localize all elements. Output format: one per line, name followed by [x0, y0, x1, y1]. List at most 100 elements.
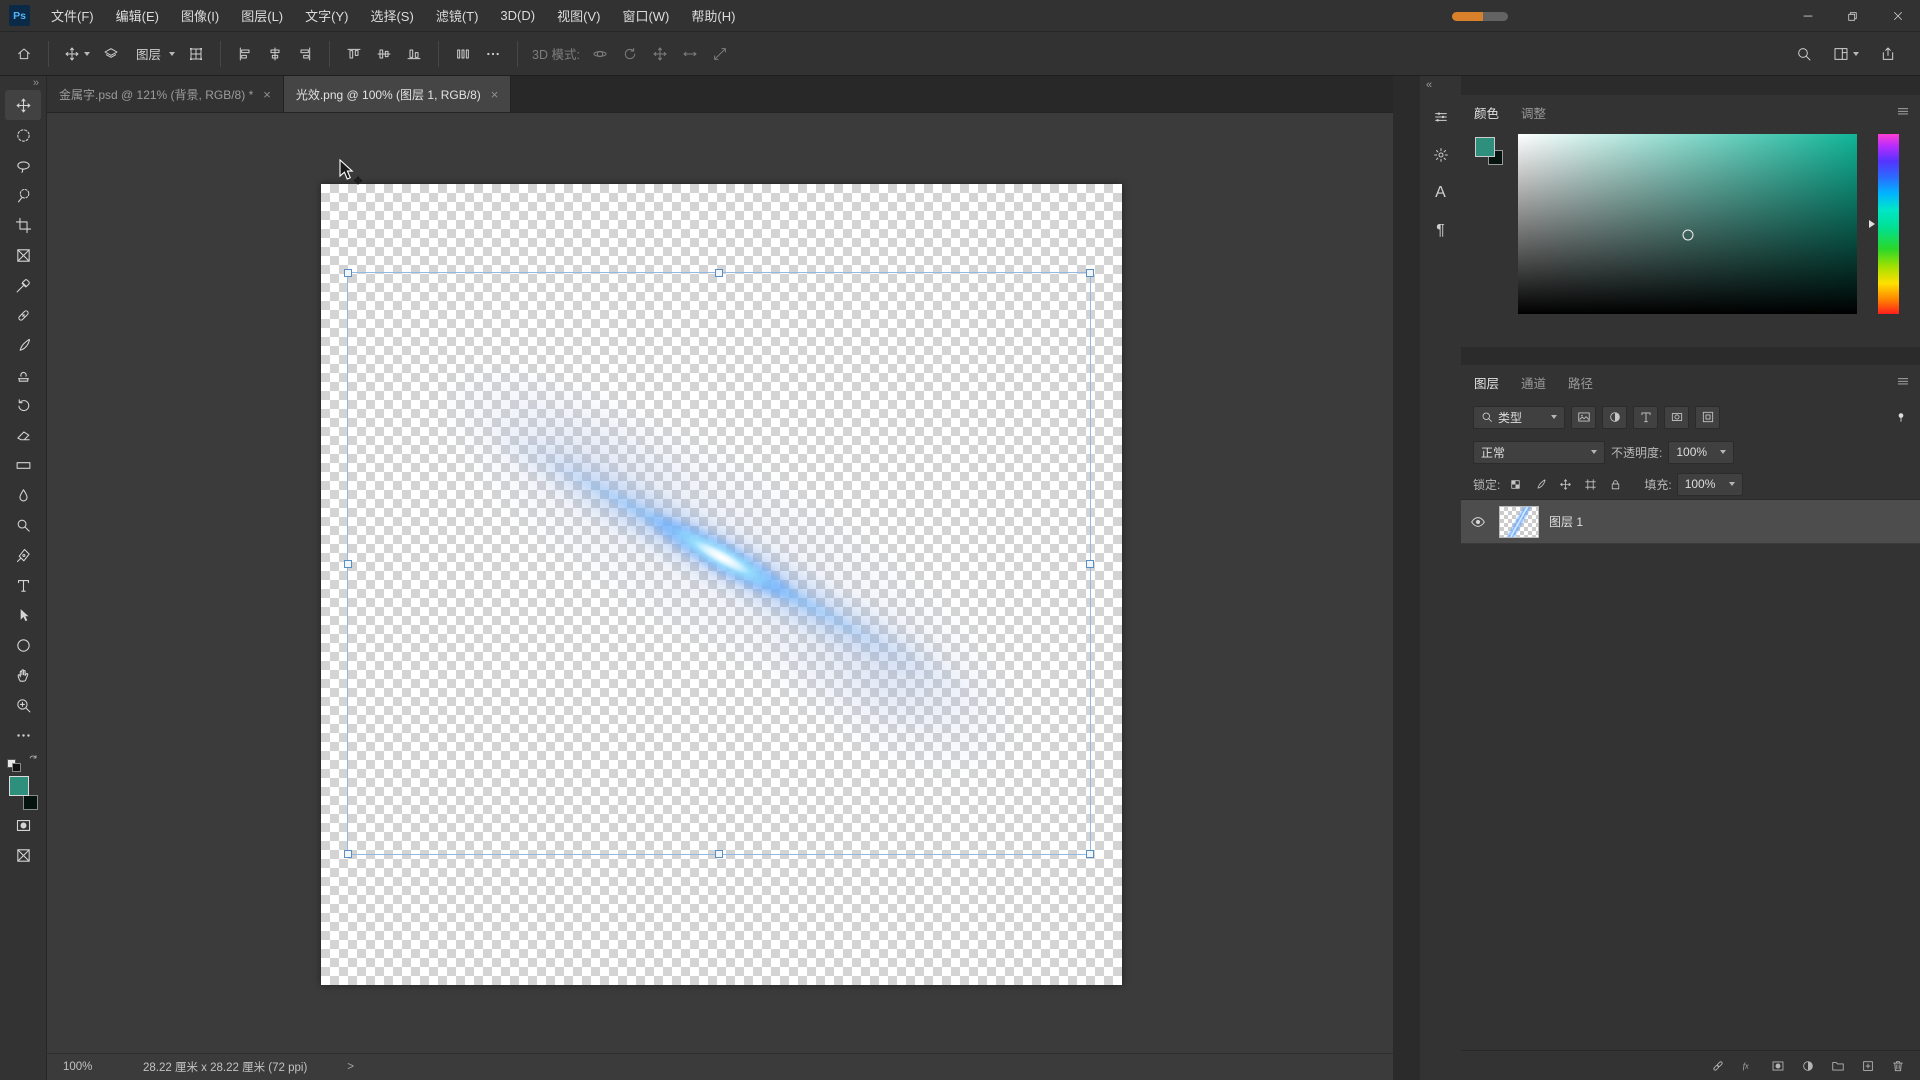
align-center-horizontal-button[interactable] [261, 39, 289, 69]
menu-layer[interactable]: 图层(L) [230, 0, 294, 31]
share-button[interactable] [1874, 39, 1902, 69]
hue-slider-marker[interactable] [1869, 220, 1875, 228]
menu-window[interactable]: 窗口(W) [611, 0, 680, 31]
tab-paths[interactable]: 路径 [1568, 373, 1593, 392]
menu-3d[interactable]: 3D(D) [489, 0, 546, 31]
3d-pan-button[interactable] [646, 39, 674, 69]
transform-handle-ne[interactable] [1086, 269, 1094, 277]
tab-channels[interactable]: 通道 [1521, 373, 1546, 392]
filter-toggle-button[interactable] [1894, 410, 1908, 424]
opacity-dropdown[interactable]: 100% [1668, 441, 1734, 464]
pen-tool[interactable] [5, 540, 41, 570]
lock-all-button[interactable] [1605, 474, 1625, 494]
status-expand-button[interactable]: > [347, 1061, 354, 1073]
home-button[interactable] [10, 39, 38, 69]
transform-handle-s[interactable] [715, 850, 723, 858]
tab-light-effect-png[interactable]: 光效.png @ 100% (图层 1, RGB/8) × [284, 76, 512, 112]
show-transform-controls-toggle[interactable] [182, 39, 210, 69]
filter-shape-layers-button[interactable] [1664, 406, 1689, 429]
align-right-button[interactable] [291, 39, 319, 69]
foreground-color-swatch[interactable] [9, 776, 29, 796]
tab-metal-text-psd[interactable]: 金属字.psd @ 121% (背景, RGB/8) * × [47, 76, 284, 112]
3d-scale-button[interactable] [706, 39, 734, 69]
search-button[interactable] [1790, 39, 1818, 69]
transform-handle-sw[interactable] [344, 850, 352, 858]
tool-preset-button[interactable] [59, 39, 95, 69]
menu-file[interactable]: 文件(F) [40, 0, 105, 31]
3d-orbit-button[interactable] [586, 39, 614, 69]
swap-colors-icon[interactable] [27, 753, 39, 765]
eyedropper-tool[interactable] [5, 270, 41, 300]
new-adjustment-layer-button[interactable] [1798, 1059, 1818, 1073]
tab-adjustments[interactable]: 调整 [1521, 103, 1546, 122]
spot-healing-tool[interactable] [5, 300, 41, 330]
new-layer-button[interactable] [1858, 1059, 1878, 1073]
transform-handle-n[interactable] [715, 269, 723, 277]
eraser-tool[interactable] [5, 420, 41, 450]
color-picker-marker[interactable] [1682, 229, 1693, 240]
panel-menu-button[interactable] [1896, 104, 1910, 118]
lock-artboard-button[interactable] [1580, 474, 1600, 494]
quick-selection-tool[interactable] [5, 180, 41, 210]
menu-type[interactable]: 文字(Y) [294, 0, 359, 31]
crop-tool[interactable] [5, 210, 41, 240]
history-brush-tool[interactable] [5, 390, 41, 420]
character-panel-button[interactable]: A [1426, 177, 1456, 209]
menu-filter[interactable]: 滤镜(T) [425, 0, 490, 31]
add-layer-mask-button[interactable] [1768, 1059, 1788, 1073]
3d-slide-button[interactable] [676, 39, 704, 69]
layer-name[interactable]: 图层 1 [1549, 513, 1583, 530]
tab-close-icon[interactable]: × [263, 87, 271, 102]
ellipse-shape-tool[interactable] [5, 630, 41, 660]
marquee-tool[interactable] [5, 120, 41, 150]
menu-help[interactable]: 帮助(H) [680, 0, 746, 31]
tab-color[interactable]: 颜色 [1474, 103, 1499, 122]
canvas-document[interactable] [321, 184, 1122, 985]
layer-style-button[interactable] [1738, 1059, 1758, 1073]
blur-tool[interactable] [5, 480, 41, 510]
hue-strip[interactable] [1878, 134, 1899, 314]
gradient-tool[interactable] [5, 450, 41, 480]
transform-handle-nw[interactable] [344, 269, 352, 277]
brush-tool[interactable] [5, 330, 41, 360]
align-middle-button[interactable] [370, 39, 398, 69]
filter-pixel-layers-button[interactable] [1571, 406, 1596, 429]
transform-handle-w[interactable] [344, 560, 352, 568]
align-top-button[interactable] [340, 39, 368, 69]
path-selection-tool[interactable] [5, 600, 41, 630]
quick-mask-button[interactable] [5, 810, 41, 840]
transform-handle-e[interactable] [1086, 560, 1094, 568]
edit-toolbar-button[interactable] [5, 720, 41, 750]
close-button[interactable] [1875, 0, 1920, 32]
lasso-tool[interactable] [5, 150, 41, 180]
saturation-brightness-field[interactable] [1518, 134, 1857, 314]
blend-mode-dropdown[interactable]: 正常 [1473, 441, 1605, 464]
menu-select[interactable]: 选择(S) [359, 0, 424, 31]
panel-menu-button[interactable] [1896, 374, 1910, 388]
filter-type-layers-button[interactable] [1633, 406, 1658, 429]
default-colors-control[interactable] [7, 755, 31, 772]
layer-row-selected[interactable]: 图层 1 [1461, 500, 1920, 544]
layer-thumbnail[interactable] [1499, 506, 1539, 538]
more-align-options-button[interactable] [479, 39, 507, 69]
align-bottom-button[interactable] [400, 39, 428, 69]
filter-smart-objects-button[interactable] [1695, 406, 1720, 429]
new-group-button[interactable] [1828, 1059, 1848, 1073]
delete-layer-button[interactable] [1888, 1059, 1908, 1073]
auto-select-target-dropdown[interactable]: 图层 [127, 39, 180, 69]
fill-dropdown[interactable]: 100% [1677, 473, 1743, 496]
tab-layers[interactable]: 图层 [1474, 373, 1499, 392]
menu-image[interactable]: 图像(I) [170, 0, 230, 31]
expand-panels-button[interactable]: « [1420, 79, 1432, 95]
paragraph-panel-button[interactable]: ¶ [1426, 215, 1456, 247]
background-color-swatch[interactable] [23, 795, 38, 810]
transform-handle-se[interactable] [1086, 850, 1094, 858]
frame-tool[interactable] [5, 240, 41, 270]
restore-button[interactable] [1830, 0, 1875, 32]
filter-adjustment-layers-button[interactable] [1602, 406, 1627, 429]
align-left-button[interactable] [231, 39, 259, 69]
menu-edit[interactable]: 编辑(E) [105, 0, 170, 31]
dodge-tool[interactable] [5, 510, 41, 540]
toolbar-collapse-button[interactable]: » [33, 77, 46, 90]
lock-image-pixels-button[interactable] [1530, 474, 1550, 494]
